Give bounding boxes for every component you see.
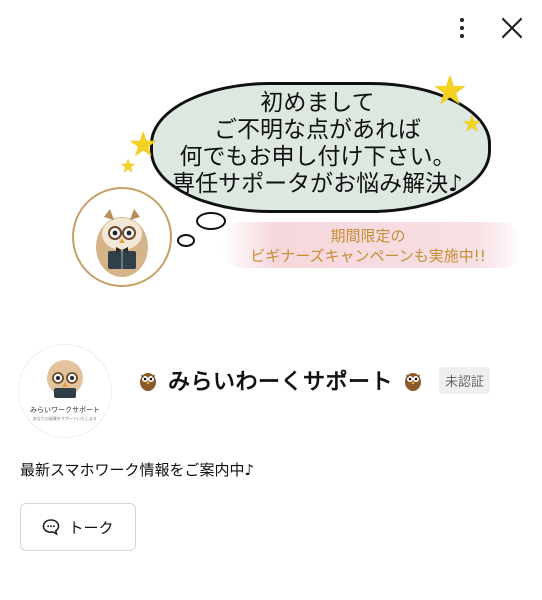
account-name-row: みらいわーくサポート 未認証: [136, 364, 491, 396]
star-icon: ★: [462, 112, 482, 137]
thought-dot-small: [177, 234, 195, 247]
owl-illustration: [72, 187, 172, 287]
promo-text: 期間限定の ビギナーズキャンペーンも実施中!!: [218, 226, 518, 266]
avatar-caption: みらいワークサポート: [30, 406, 100, 414]
owl-emoji-icon: [405, 373, 422, 391]
promo-line: ビギナーズキャンペーンも実施中!!: [250, 247, 486, 265]
bubble-line: ご不明な点があれば: [214, 117, 421, 143]
chat-bubble-icon: [43, 519, 60, 536]
avatar[interactable]: みらいワークサポート あなたの副業をサポートいたします: [18, 344, 112, 438]
bubble-line: 専任サポータがお悩み解決♪: [172, 171, 463, 197]
account-name: みらいわーくサポート: [168, 370, 394, 395]
talk-button[interactable]: トーク: [20, 503, 136, 551]
profile-description: 最新スマホワーク情報をご案内中♪: [20, 461, 255, 479]
owl-emoji-icon: [140, 373, 156, 391]
bubble-line: 何でもお申し付け下さい。: [179, 144, 456, 170]
avatar-owl-art: [47, 360, 83, 398]
avatar-subcaption: あなたの副業をサポートいたします: [33, 416, 97, 421]
star-icon: ★: [120, 156, 137, 177]
star-icon: ★: [432, 68, 468, 114]
cover-image: 初めまして ご不明な点があれば 何でもお申し付け下さい。 専任サポータがお悩み解…: [0, 0, 542, 330]
talk-button-label: トーク: [68, 518, 114, 537]
owl-illustration-art: [96, 209, 148, 277]
verification-badge: 未認証: [439, 366, 491, 394]
promo-line: 期間限定の: [330, 227, 406, 245]
